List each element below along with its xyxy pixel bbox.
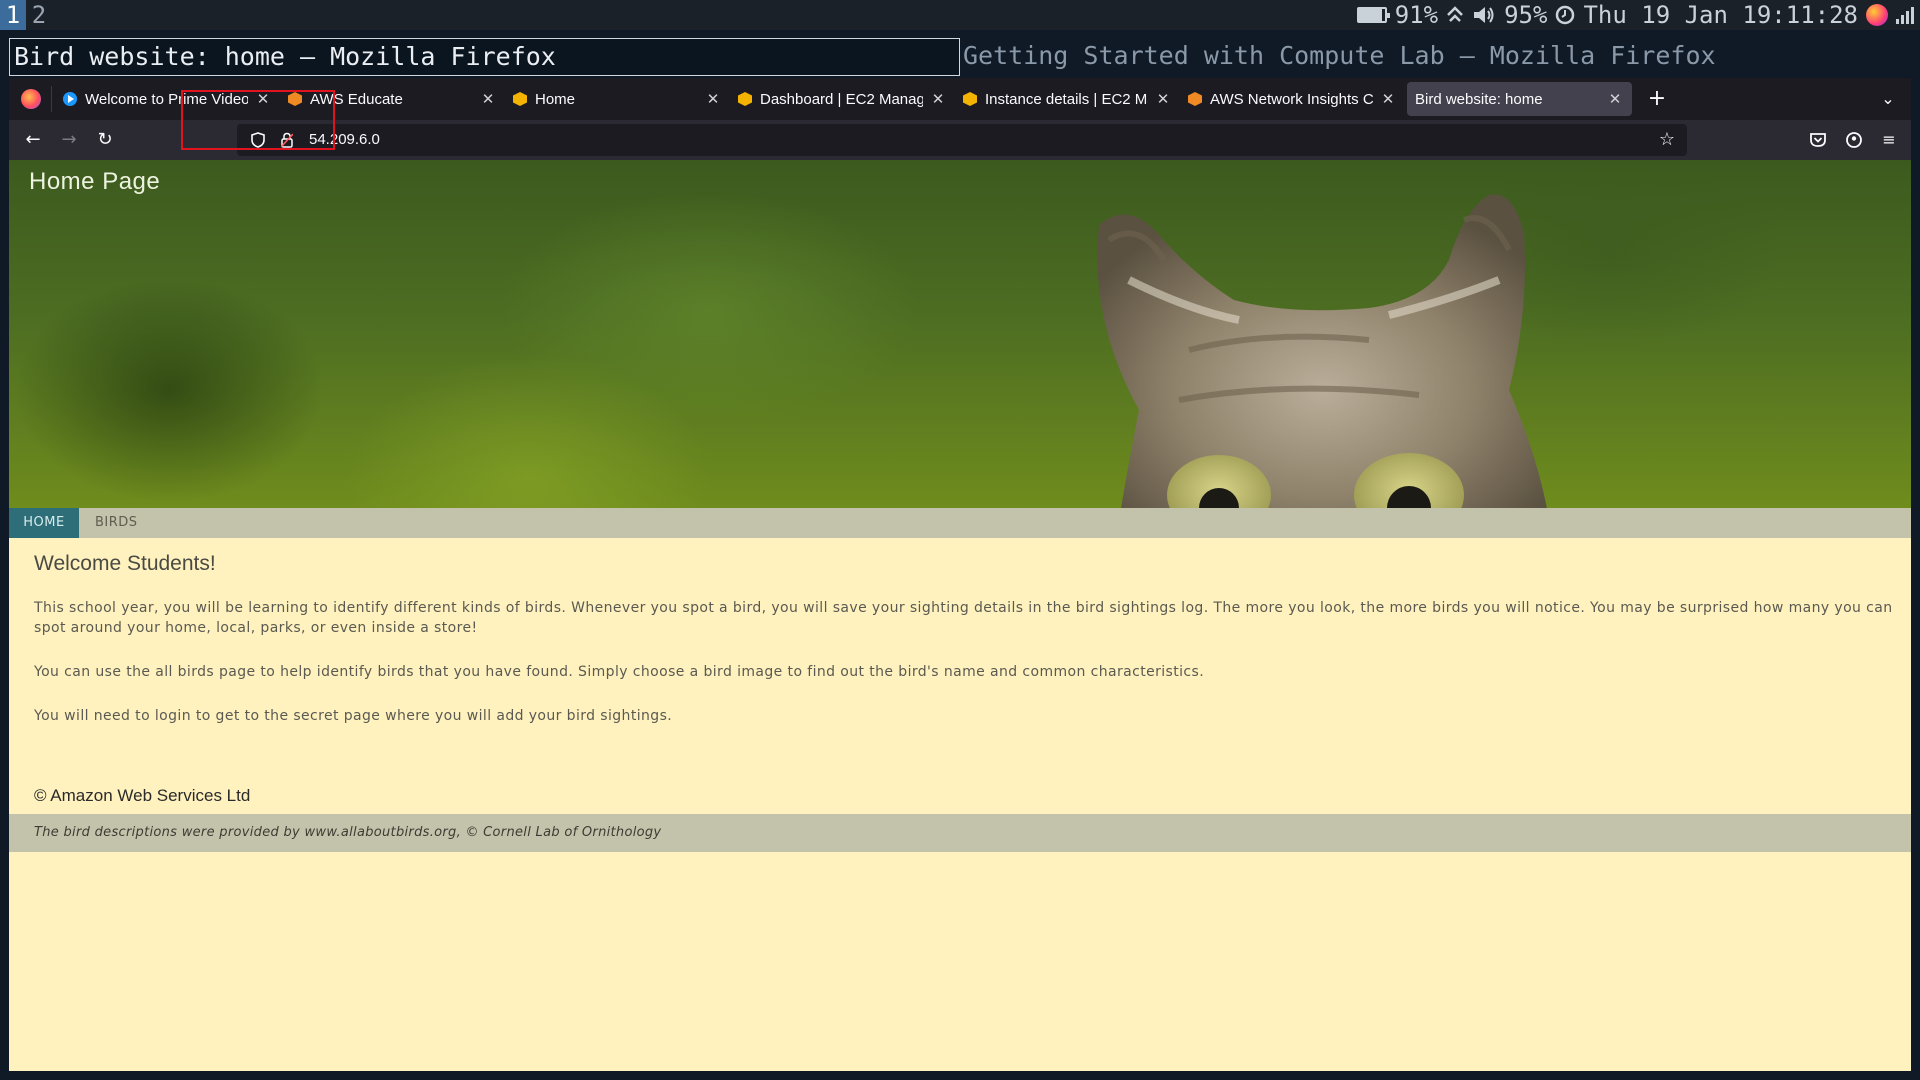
footer: The bird descriptions were provided by w… (9, 814, 1911, 852)
reload-button[interactable]: ↻ (91, 126, 119, 154)
network-icon[interactable] (1446, 5, 1464, 25)
footer-attribution: The bird descriptions were provided by w… (34, 825, 662, 840)
tab-label: AWS Network Insights Co (1210, 90, 1373, 108)
tab-label: Bird website: home (1415, 90, 1543, 108)
workspace-2-button[interactable]: 2 (26, 0, 52, 30)
close-icon[interactable]: ✕ (1379, 90, 1397, 108)
aws-icon (1188, 92, 1202, 106)
url-text[interactable]: 54.209.6.0 (309, 124, 380, 156)
tab-label: Welcome to Prime Video (85, 90, 248, 108)
login-paragraph: You will need to login to get to the sec… (34, 708, 673, 724)
volume-percent: 95% (1504, 1, 1548, 29)
account-icon[interactable] (1840, 126, 1868, 154)
page-title: Home Page (29, 168, 161, 195)
tab-prime-video[interactable]: Welcome to Prime Video ✕ (55, 82, 280, 116)
battery-level-fill (1358, 9, 1383, 21)
intro-paragraph: This school year, you will be learning t… (34, 600, 1893, 636)
close-icon[interactable]: ✕ (704, 90, 722, 108)
new-tab-button[interactable]: + (1642, 84, 1672, 114)
close-icon[interactable]: ✕ (254, 90, 272, 108)
address-bar[interactable]: 54.209.6.0 ☆ (237, 124, 1687, 156)
tab-label: Home (535, 90, 576, 108)
back-button[interactable]: ← (19, 126, 47, 154)
tab-label: Instance details | EC2 Man (985, 90, 1148, 108)
battery-percent: 91% (1394, 1, 1439, 29)
copyright-text: © Amazon Web Services Ltd (34, 786, 251, 805)
tab-label: AWS Educate (310, 90, 403, 108)
main-content: Welcome Students! This school year, you … (34, 552, 1894, 750)
forward-button[interactable]: → (55, 126, 83, 154)
bookmark-star-icon[interactable]: ☆ (1659, 130, 1675, 150)
tab-separator (51, 86, 52, 112)
tab-home[interactable]: Home ✕ (505, 82, 730, 116)
system-tray: 91% 95% Thu 19 Jan 19:11:28 (1356, 0, 1920, 30)
aws-icon (288, 92, 302, 106)
window-title-strip: Bird website: home — Mozilla Firefox Get… (0, 38, 1920, 78)
box-icon (963, 92, 977, 106)
site-navigation: HOME BIRDS (9, 508, 1911, 538)
prime-video-icon (63, 92, 77, 106)
nav-birds-link[interactable]: BIRDS (79, 508, 154, 538)
volume-icon[interactable] (1472, 4, 1496, 26)
welcome-heading: Welcome Students! (34, 552, 216, 575)
hero-banner: Home Page (9, 160, 1911, 508)
close-icon[interactable]: ✕ (1154, 90, 1172, 108)
signal-icon (1896, 6, 1914, 24)
pocket-icon[interactable] (1804, 126, 1832, 154)
tab-bar: Welcome to Prime Video ✕ AWS Educate ✕ H… (9, 78, 1911, 120)
nav-home-link[interactable]: HOME (9, 508, 79, 538)
insecure-lock-icon[interactable] (281, 132, 293, 148)
tab-network-insights[interactable]: AWS Network Insights Co ✕ (1180, 82, 1405, 116)
box-icon (513, 92, 527, 106)
focused-window-title[interactable]: Bird website: home — Mozilla Firefox (9, 38, 960, 76)
tab-instance-details[interactable]: Instance details | EC2 Man ✕ (955, 82, 1180, 116)
datetime: Thu 19 Jan 19:11:28 (1583, 1, 1858, 29)
birds-page-paragraph: You can use the all birds page to help i… (34, 664, 1205, 680)
system-bar: 1 2 91% 95% Thu 19 Jan 19:11:28 (0, 0, 1920, 30)
workspace-1-button[interactable]: 1 (0, 0, 26, 30)
tab-bird-website[interactable]: Bird website: home ✕ (1407, 82, 1632, 116)
browser-window: Welcome to Prime Video ✕ AWS Educate ✕ H… (9, 78, 1911, 1071)
clock-icon (1556, 5, 1575, 25)
other-window-title[interactable]: Getting Started with Compute Lab — Mozil… (963, 38, 1716, 76)
firefox-icon[interactable] (1866, 4, 1888, 26)
box-icon (738, 92, 752, 106)
close-icon[interactable]: ✕ (1606, 90, 1624, 108)
app-menu-button[interactable]: ≡ (1875, 126, 1903, 154)
owl-image (1097, 194, 1547, 508)
firefox-view-icon[interactable] (21, 89, 41, 109)
close-icon[interactable]: ✕ (929, 90, 947, 108)
shield-icon[interactable] (251, 132, 265, 148)
tab-aws-educate[interactable]: AWS Educate ✕ (280, 82, 505, 116)
tab-ec2-dashboard[interactable]: Dashboard | EC2 Manager ✕ (730, 82, 955, 116)
tab-label: Dashboard | EC2 Manager (760, 90, 923, 108)
battery-icon (1356, 7, 1390, 23)
navigation-toolbar: ← → ↻ 54.209.6.0 ☆ ≡ (9, 120, 1911, 160)
close-icon[interactable]: ✕ (479, 90, 497, 108)
web-page: Home Page HOME BIRDS Welcome Students! T… (9, 160, 1911, 1071)
list-all-tabs-button[interactable]: ⌄ (1875, 86, 1901, 112)
